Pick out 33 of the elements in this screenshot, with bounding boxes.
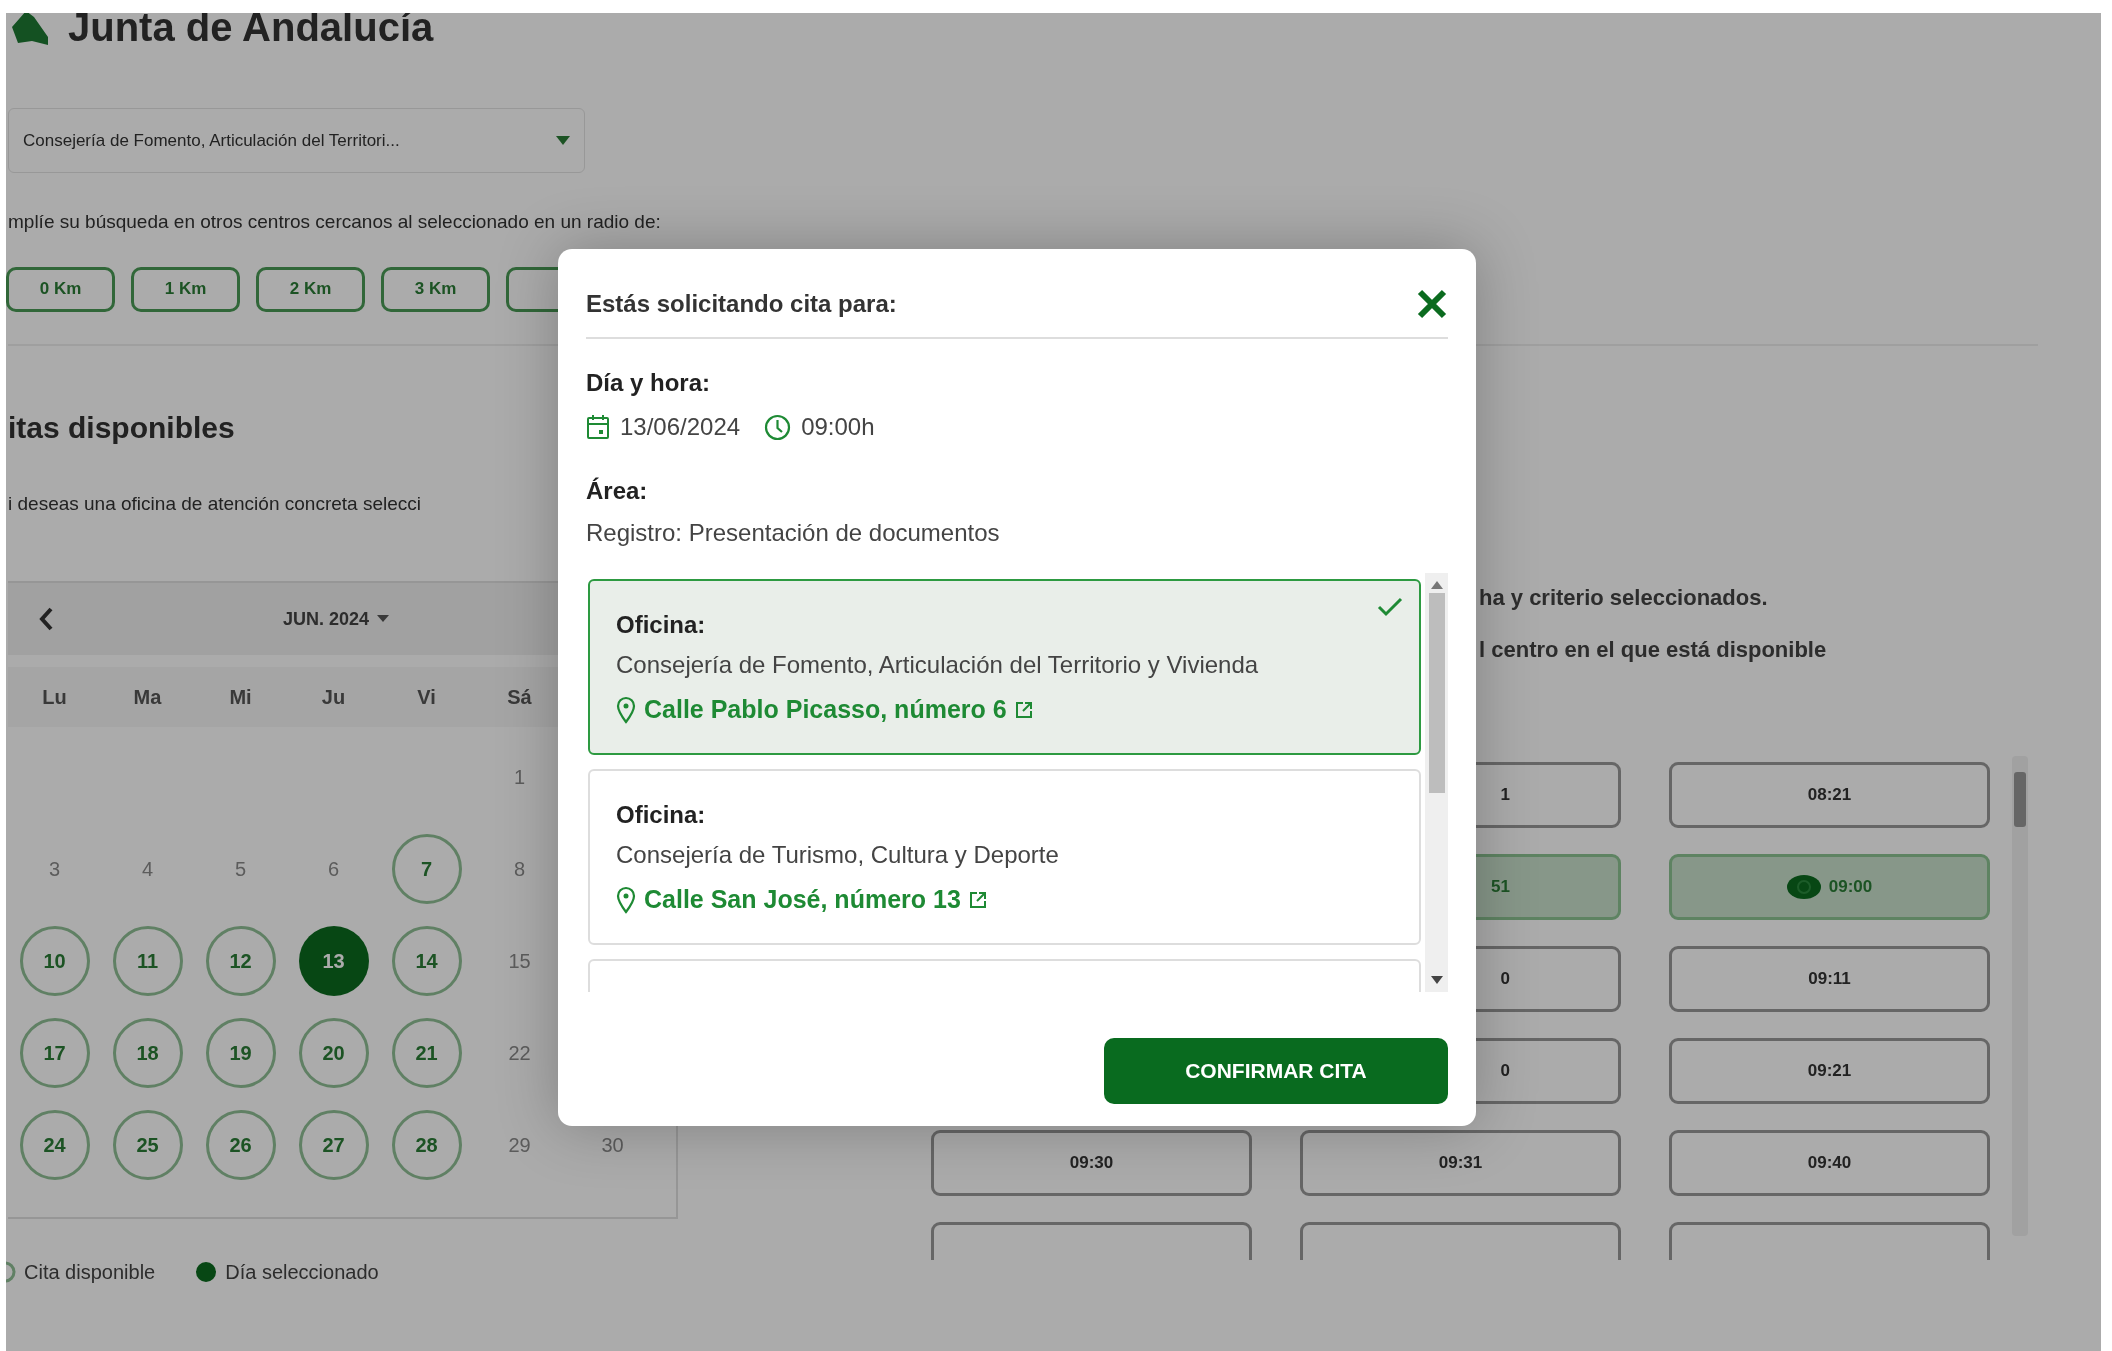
office-label: Oficina: bbox=[616, 800, 707, 830]
calendar-date: 29 bbox=[507, 1133, 532, 1158]
legend-label: Cita disponible bbox=[24, 1260, 156, 1285]
area-value: Registro: Presentación de documentos bbox=[586, 518, 1001, 548]
results-note: ha y criterio seleccionados. bbox=[1479, 584, 1768, 612]
calendar-date: 5 bbox=[233, 857, 248, 882]
calendar-date: 3 bbox=[47, 857, 62, 882]
weekday-label: Lu bbox=[42, 686, 67, 708]
legend-label: Día seleccionado bbox=[225, 1260, 379, 1285]
office-label: Oficina: bbox=[616, 610, 707, 640]
weekday-label: Mi bbox=[229, 686, 252, 708]
weekday-label: Sá bbox=[507, 686, 532, 708]
section-title: itas disponibles bbox=[8, 409, 235, 446]
calendar-date: 30 bbox=[600, 1133, 625, 1158]
calendar-date: 1 bbox=[512, 765, 527, 790]
calendar-date: 8 bbox=[512, 857, 527, 882]
section-hint: i deseas una oficina de atención concreta selecci bbox=[8, 491, 421, 516]
weekday-label: Vi bbox=[417, 686, 436, 708]
modal-title: Estás solicitando cita para: bbox=[586, 289, 897, 319]
office-name: Consejería de Fomento, Articulación del Territorio y Vivienda bbox=[616, 650, 1260, 680]
appointment-date: 13/06/2024 bbox=[620, 412, 741, 442]
results-note: l centro en el que está disponible bbox=[1479, 636, 1827, 664]
calendar-date: 22 bbox=[507, 1041, 532, 1066]
calendar-date: 4 bbox=[140, 857, 155, 882]
weekday-label: Ju bbox=[321, 686, 346, 708]
field-label: Día y hora: bbox=[586, 368, 712, 398]
calendar-date: 15 bbox=[507, 949, 532, 974]
field-label: Área: bbox=[586, 476, 649, 506]
appointment-time: 09:00h bbox=[801, 412, 875, 442]
weekday-label: Ma bbox=[133, 686, 162, 708]
calendar-date: 6 bbox=[326, 857, 341, 882]
office-name: Consejería de Turismo, Cultura y Deporte bbox=[616, 840, 1060, 870]
radius-prompt: mplíe su búsqueda en otros centros cercanos al seleccionado en un radio de: bbox=[8, 210, 661, 234]
